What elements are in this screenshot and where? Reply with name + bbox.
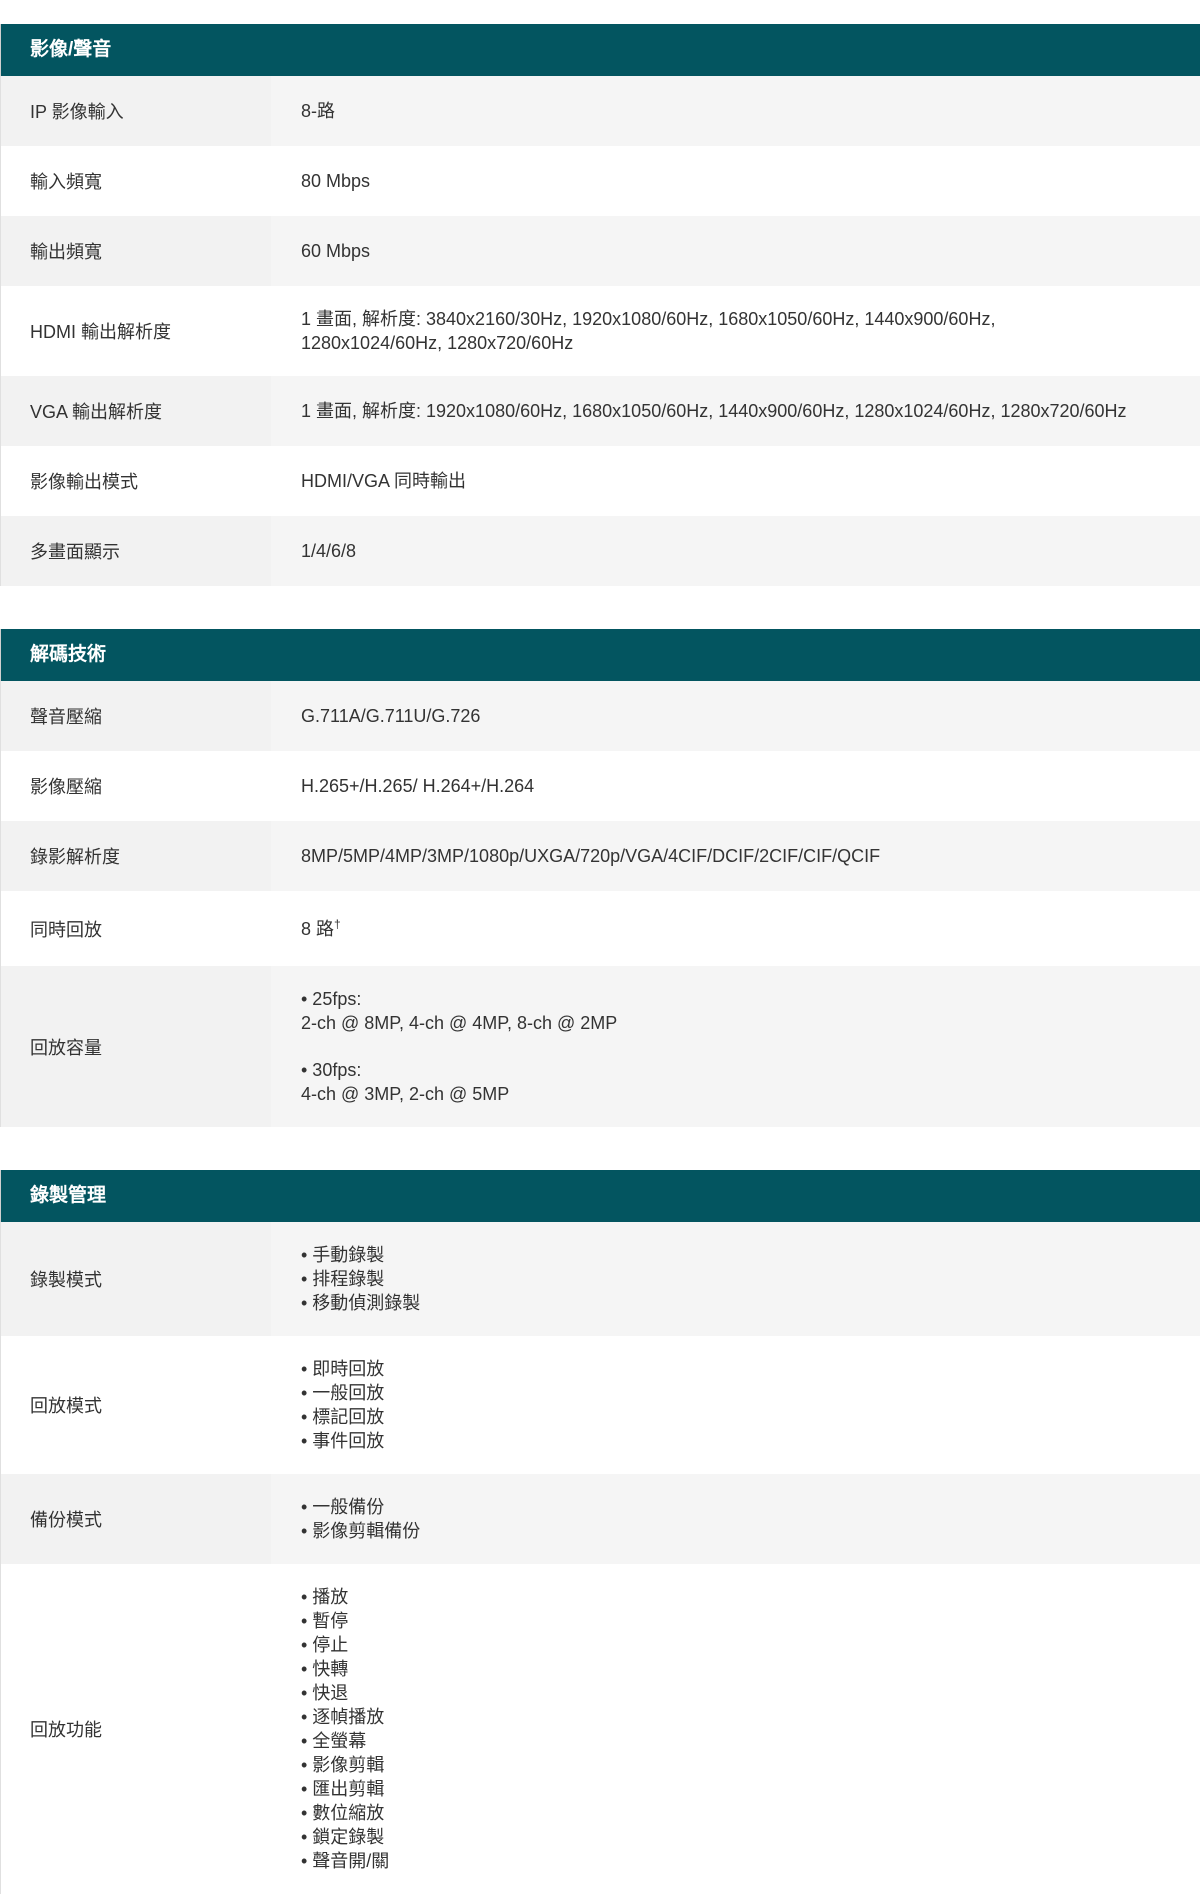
spec-row: HDMI 輸出解析度 1 畫面, 解析度: 3840x2160/30Hz, 19…: [0, 286, 1200, 376]
spec-label: 聲音壓縮: [0, 681, 271, 751]
value-text: 8 路: [301, 918, 335, 939]
spec-label: IP 影像輸入: [0, 76, 271, 146]
spec-row: 同時回放 8 路†: [0, 891, 1200, 966]
spec-label: 多畫面顯示: [0, 516, 271, 586]
value-line: • 25fps:: [301, 989, 362, 1009]
section-title: 解碼技術: [0, 629, 1200, 681]
value-line: • 一般回放: [301, 1383, 385, 1403]
spec-row: IP 影像輸入 8-路: [0, 76, 1200, 146]
value-line: • 移動偵測錄製: [301, 1293, 421, 1313]
value-line: • 快轉: [301, 1659, 349, 1679]
spec-row: 多畫面顯示 1/4/6/8: [0, 516, 1200, 586]
value-line: • 鎖定錄製: [301, 1827, 385, 1847]
spec-label: 影像輸出模式: [0, 446, 271, 516]
spec-row: 錄製模式 • 手動錄製 • 排程錄製 • 移動偵測錄製: [0, 1222, 1200, 1336]
spec-label: 輸出頻寬: [0, 216, 271, 286]
value-line: • 匯出剪輯: [301, 1779, 385, 1799]
value-text: 1/4/6/8: [301, 541, 357, 561]
value-text: 8MP/5MP/4MP/3MP/1080p/UXGA/720p/VGA/4CIF…: [301, 846, 881, 866]
spec-label: HDMI 輸出解析度: [0, 286, 271, 376]
spec-label: 回放容量: [0, 966, 271, 1127]
spec-label: 同時回放: [0, 891, 271, 966]
value-block: • 25fps: 2-ch @ 8MP, 4-ch @ 4MP, 8-ch @ …: [301, 987, 617, 1035]
spec-value: H.265+/H.265/ H.264+/H.264: [271, 751, 1200, 821]
value-text: G.711A/G.711U/G.726: [301, 706, 481, 726]
spec-value: 8 路†: [271, 891, 1200, 966]
spec-row: 錄影解析度 8MP/5MP/4MP/3MP/1080p/UXGA/720p/VG…: [0, 821, 1200, 891]
spec-value: • 手動錄製 • 排程錄製 • 移動偵測錄製: [271, 1222, 1200, 1336]
spec-label: 備份模式: [0, 1474, 271, 1564]
value-line: • 逐幀播放: [301, 1707, 385, 1727]
value-line: 1280x1024/60Hz, 1280x720/60Hz: [301, 333, 574, 353]
spec-value: • 即時回放 • 一般回放 • 標記回放 • 事件回放: [271, 1336, 1200, 1474]
value-text: 80 Mbps: [301, 171, 371, 191]
value-line: • 一般備份: [301, 1497, 385, 1517]
spec-label: 輸入頻寬: [0, 146, 271, 216]
value-line: • 排程錄製: [301, 1269, 385, 1289]
spec-table: 錄製模式 • 手動錄製 • 排程錄製 • 移動偵測錄製 回放模式 • 即時回放 …: [0, 1222, 1200, 1894]
spec-value: 60 Mbps: [271, 216, 1200, 286]
spec-row: 回放功能 • 播放 • 暫停 • 停止 • 快轉 • 快退 • 逐幀播放 • 全…: [0, 1564, 1200, 1894]
value-line: 2-ch @ 8MP, 4-ch @ 4MP, 8-ch @ 2MP: [301, 1013, 618, 1033]
spec-value: 1 畫面, 解析度: 3840x2160/30Hz, 1920x1080/60H…: [271, 286, 1200, 376]
spec-label: 影像壓縮: [0, 751, 271, 821]
value-line: • 全螢幕: [301, 1731, 367, 1751]
spec-label: 回放功能: [0, 1564, 271, 1894]
spec-row: 影像壓縮 H.265+/H.265/ H.264+/H.264: [0, 751, 1200, 821]
spec-table: 聲音壓縮 G.711A/G.711U/G.726 影像壓縮 H.265+/H.2…: [0, 681, 1200, 1127]
spec-row: 回放容量 • 25fps: 2-ch @ 8MP, 4-ch @ 4MP, 8-…: [0, 966, 1200, 1127]
section-title: 影像/聲音: [0, 24, 1200, 76]
spec-value: HDMI/VGA 同時輸出: [271, 446, 1200, 516]
spec-value: 1 畫面, 解析度: 1920x1080/60Hz, 1680x1050/60H…: [271, 376, 1200, 446]
spec-row: 影像輸出模式 HDMI/VGA 同時輸出: [0, 446, 1200, 516]
spec-value: G.711A/G.711U/G.726: [271, 681, 1200, 751]
section-video-audio: 影像/聲音 IP 影像輸入 8-路 輸入頻寬 80 Mbps 輸出頻寬 60 M…: [0, 24, 1200, 586]
spec-value: • 25fps: 2-ch @ 8MP, 4-ch @ 4MP, 8-ch @ …: [271, 966, 1200, 1127]
section-recording: 錄製管理 錄製模式 • 手動錄製 • 排程錄製 • 移動偵測錄製 回放模式 • …: [0, 1170, 1200, 1894]
spec-row: VGA 輸出解析度 1 畫面, 解析度: 1920x1080/60Hz, 168…: [0, 376, 1200, 446]
value-text: 1 畫面, 解析度: 1920x1080/60Hz, 1680x1050/60H…: [301, 401, 1127, 421]
spec-page: 影像/聲音 IP 影像輸入 8-路 輸入頻寬 80 Mbps 輸出頻寬 60 M…: [0, 0, 1200, 1894]
spec-row: 輸出頻寬 60 Mbps: [0, 216, 1200, 286]
spec-label: 回放模式: [0, 1336, 271, 1474]
section-title: 錄製管理: [0, 1170, 1200, 1222]
value-text: HDMI/VGA 同時輸出: [301, 471, 467, 491]
spec-value: 1/4/6/8: [271, 516, 1200, 586]
spec-value: 80 Mbps: [271, 146, 1200, 216]
spec-value: • 播放 • 暫停 • 停止 • 快轉 • 快退 • 逐幀播放 • 全螢幕 • …: [271, 1564, 1200, 1894]
value-text: 8-路: [301, 101, 336, 121]
spec-value: • 一般備份 • 影像剪輯備份: [271, 1474, 1200, 1564]
spec-row: 輸入頻寬 80 Mbps: [0, 146, 1200, 216]
value-block: • 30fps: 4-ch @ 3MP, 2-ch @ 5MP: [301, 1058, 617, 1106]
spec-label: 錄製模式: [0, 1222, 271, 1336]
value-line: • 手動錄製: [301, 1245, 385, 1265]
footnote-mark: †: [334, 916, 341, 931]
spec-table: IP 影像輸入 8-路 輸入頻寬 80 Mbps 輸出頻寬 60 Mbps HD…: [0, 76, 1200, 586]
value-line: • 影像剪輯備份: [301, 1521, 421, 1541]
spec-label: VGA 輸出解析度: [0, 376, 271, 446]
value-line: • 即時回放: [301, 1359, 385, 1379]
value-line: • 影像剪輯: [301, 1755, 385, 1775]
spec-row: 回放模式 • 即時回放 • 一般回放 • 標記回放 • 事件回放: [0, 1336, 1200, 1474]
spec-label: 錄影解析度: [0, 821, 271, 891]
value-line: • 30fps:: [301, 1060, 362, 1080]
value-line: • 聲音開/關: [301, 1851, 390, 1871]
value-line: • 暫停: [301, 1611, 349, 1631]
value-line: • 停止: [301, 1635, 349, 1655]
value-line: • 數位縮放: [301, 1803, 385, 1823]
value-line: • 事件回放: [301, 1431, 385, 1451]
value-line: • 標記回放: [301, 1407, 385, 1427]
value-text: 60 Mbps: [301, 241, 371, 261]
value-line: • 播放: [301, 1587, 349, 1607]
value-line: 1 畫面, 解析度: 3840x2160/30Hz, 1920x1080/60H…: [301, 309, 996, 329]
spec-value: 8-路: [271, 76, 1200, 146]
spec-row: 聲音壓縮 G.711A/G.711U/G.726: [0, 681, 1200, 751]
value-line: • 快退: [301, 1683, 349, 1703]
value-line: 4-ch @ 3MP, 2-ch @ 5MP: [301, 1084, 510, 1104]
spec-row: 備份模式 • 一般備份 • 影像剪輯備份: [0, 1474, 1200, 1564]
value-text: H.265+/H.265/ H.264+/H.264: [301, 776, 535, 796]
spec-value: 8MP/5MP/4MP/3MP/1080p/UXGA/720p/VGA/4CIF…: [271, 821, 1200, 891]
section-codec: 解碼技術 聲音壓縮 G.711A/G.711U/G.726 影像壓縮 H.265…: [0, 629, 1200, 1127]
